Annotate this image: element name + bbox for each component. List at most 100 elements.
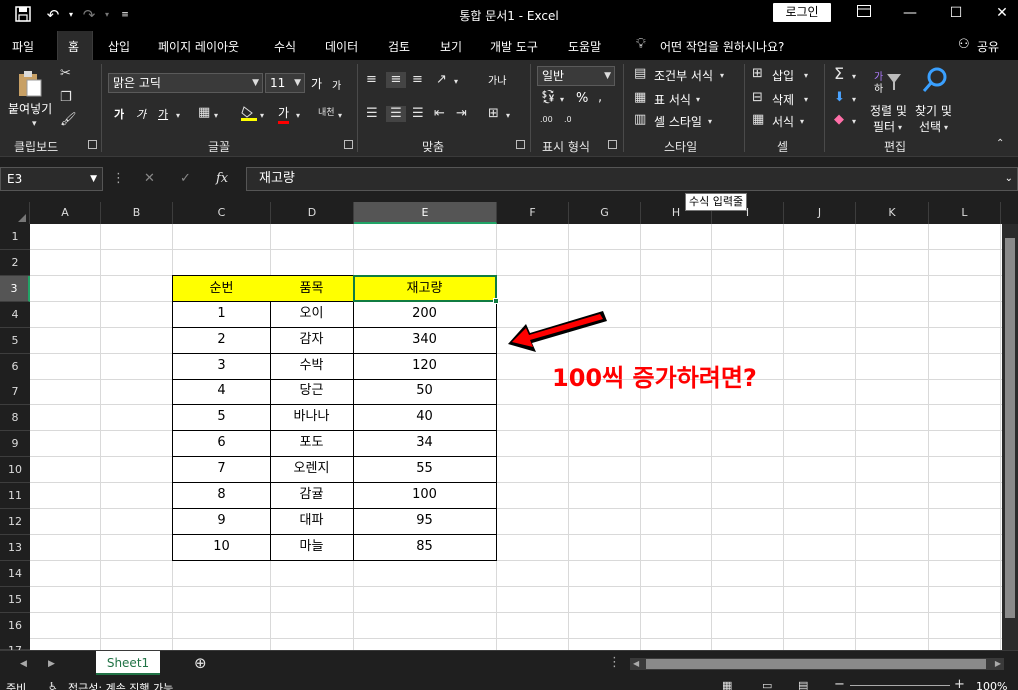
wrap-text-button[interactable]: 가나: [488, 72, 506, 87]
align-right-icon[interactable]: ☰: [412, 106, 424, 122]
redo-dropdown-icon[interactable]: ▾: [98, 6, 116, 24]
font-name-select[interactable]: 맑은 고딕 ▼: [108, 73, 263, 93]
number-format-select[interactable]: 일반 ▼: [537, 66, 615, 86]
delete-dropdown-icon[interactable]: ▾: [804, 92, 808, 108]
table-cell[interactable]: 오렌지: [270, 456, 354, 483]
table-cell[interactable]: 50: [353, 378, 497, 405]
horizontal-scrollbar[interactable]: ◀ ▶: [630, 658, 1004, 670]
increase-decimal-icon[interactable]: .00: [540, 112, 553, 128]
next-sheet-icon[interactable]: ▶: [48, 656, 55, 672]
autosum-icon[interactable]: Σ: [834, 66, 844, 82]
format-as-table-button[interactable]: 표 서식: [654, 91, 691, 108]
align-top-icon[interactable]: ≡: [366, 72, 377, 88]
vertical-scroll-thumb[interactable]: [1005, 238, 1015, 618]
accessibility-icon[interactable]: ♿︎: [48, 679, 58, 690]
cell-styles-button[interactable]: 셀 스타일: [654, 113, 702, 130]
grow-font-button[interactable]: 가: [311, 75, 322, 92]
number-launcher-icon[interactable]: [608, 140, 617, 149]
orientation-dropdown-icon[interactable]: ▾: [454, 74, 458, 90]
accounting-format-icon[interactable]: 💱︎: [540, 90, 557, 106]
name-box[interactable]: E3 ▼: [0, 167, 103, 191]
table-cell[interactable]: 120: [353, 353, 497, 380]
accessibility-status[interactable]: 접근성: 계속 진행 가능: [68, 680, 173, 690]
table-cell[interactable]: 수박: [270, 353, 354, 380]
insert-function-icon[interactable]: fx: [216, 171, 228, 187]
maximize-icon[interactable]: ☐: [944, 3, 968, 23]
row-header-2[interactable]: 2: [0, 250, 30, 276]
format-cells-button[interactable]: 서식: [772, 113, 794, 130]
table-cell[interactable]: 대파: [270, 508, 354, 535]
find-select-dropdown-icon[interactable]: ▾: [944, 120, 948, 136]
tab-formulas[interactable]: 수식: [274, 38, 296, 55]
column-header-l[interactable]: L: [929, 202, 1001, 224]
tab-view[interactable]: 보기: [440, 38, 462, 55]
add-sheet-icon[interactable]: ⊕: [194, 655, 207, 671]
share-button[interactable]: 공유: [977, 38, 999, 55]
row-header-1[interactable]: 1: [0, 224, 30, 250]
cell-styles-dropdown-icon[interactable]: ▾: [708, 114, 712, 130]
fill-dropdown-icon[interactable]: ▾: [852, 92, 856, 108]
table-cell[interactable]: 마늘: [270, 534, 354, 561]
decrease-indent-icon[interactable]: ⇤: [434, 106, 445, 122]
column-header-d[interactable]: D: [271, 202, 354, 224]
worksheet-grid[interactable]: ABCDEFGHIJKL 1234567891011121314151617순번…: [0, 202, 1018, 664]
row-header-4[interactable]: 4: [0, 302, 30, 328]
sort-filter-dropdown-icon[interactable]: ▾: [898, 120, 902, 136]
paste-dropdown-icon[interactable]: ▾: [32, 116, 37, 132]
close-icon[interactable]: ✕: [990, 3, 1014, 23]
table-cell[interactable]: 340: [353, 327, 497, 354]
column-header-a[interactable]: A: [30, 202, 101, 224]
column-header-e[interactable]: E: [354, 202, 497, 224]
sheet-tab[interactable]: Sheet1: [96, 651, 160, 675]
table-cell[interactable]: 40: [353, 404, 497, 431]
tab-home[interactable]: 홈: [68, 38, 79, 55]
sort-filter-button[interactable]: 정렬 및: [870, 102, 907, 119]
zoom-out-icon[interactable]: −: [834, 677, 845, 690]
bold-button[interactable]: 가: [114, 106, 124, 122]
percent-button[interactable]: %: [576, 91, 588, 106]
table-header-cell[interactable]: 순번: [172, 275, 271, 302]
phonetic-dropdown-icon[interactable]: ▾: [338, 108, 342, 124]
normal-view-icon[interactable]: ▦: [722, 678, 732, 690]
format-as-table-dropdown-icon[interactable]: ▾: [696, 92, 700, 108]
copy-icon[interactable]: ❐: [60, 90, 72, 106]
align-middle-icon[interactable]: ≡: [386, 72, 406, 88]
phonetic-icon[interactable]: 내천: [318, 105, 335, 121]
fill-color-icon[interactable]: [240, 104, 258, 127]
fill-color-dropdown-icon[interactable]: ▾: [260, 108, 264, 124]
page-layout-view-icon[interactable]: ▭: [762, 678, 772, 690]
column-header-k[interactable]: K: [856, 202, 929, 224]
row-header-7[interactable]: 7: [0, 379, 30, 405]
tab-help[interactable]: 도움말: [568, 38, 601, 55]
row-header-17[interactable]: 17: [0, 638, 30, 657]
insert-dropdown-icon[interactable]: ▾: [804, 68, 808, 84]
table-header-cell[interactable]: 품목: [270, 275, 354, 302]
table-cell[interactable]: 9: [172, 508, 271, 535]
column-header-c[interactable]: C: [173, 202, 271, 224]
table-cell[interactable]: 3: [172, 353, 271, 380]
redo-icon[interactable]: ↷: [80, 6, 98, 24]
tab-file[interactable]: 파일: [12, 38, 34, 55]
login-button[interactable]: 로그인: [773, 3, 831, 22]
cancel-icon[interactable]: ✕: [144, 171, 155, 187]
fill-icon[interactable]: ⬇: [834, 90, 845, 106]
cut-icon[interactable]: ✂: [60, 66, 71, 82]
row-header-16[interactable]: 16: [0, 613, 30, 639]
italic-button[interactable]: 가: [136, 106, 146, 122]
align-bottom-icon[interactable]: ≡: [412, 72, 423, 88]
page-break-view-icon[interactable]: ▤: [798, 678, 808, 690]
table-cell[interactable]: 1: [172, 301, 271, 328]
tell-me-search[interactable]: 어떤 작업을 원하시나요?: [660, 38, 784, 55]
enter-icon[interactable]: ✓: [180, 171, 191, 187]
orientation-icon[interactable]: ↗: [436, 72, 447, 88]
table-cell[interactable]: 100: [353, 482, 497, 509]
prev-sheet-icon[interactable]: ◀: [20, 656, 27, 672]
customize-qat-icon[interactable]: ≡: [116, 6, 134, 24]
conditional-format-dropdown-icon[interactable]: ▾: [720, 68, 724, 84]
font-launcher-icon[interactable]: [344, 140, 353, 149]
underline-button[interactable]: 가: [158, 106, 168, 122]
row-header-3[interactable]: 3: [0, 276, 30, 302]
underline-dropdown-icon[interactable]: ▾: [176, 108, 180, 124]
table-cell[interactable]: 85: [353, 534, 497, 561]
find-select-button-line2[interactable]: 선택: [919, 118, 941, 135]
